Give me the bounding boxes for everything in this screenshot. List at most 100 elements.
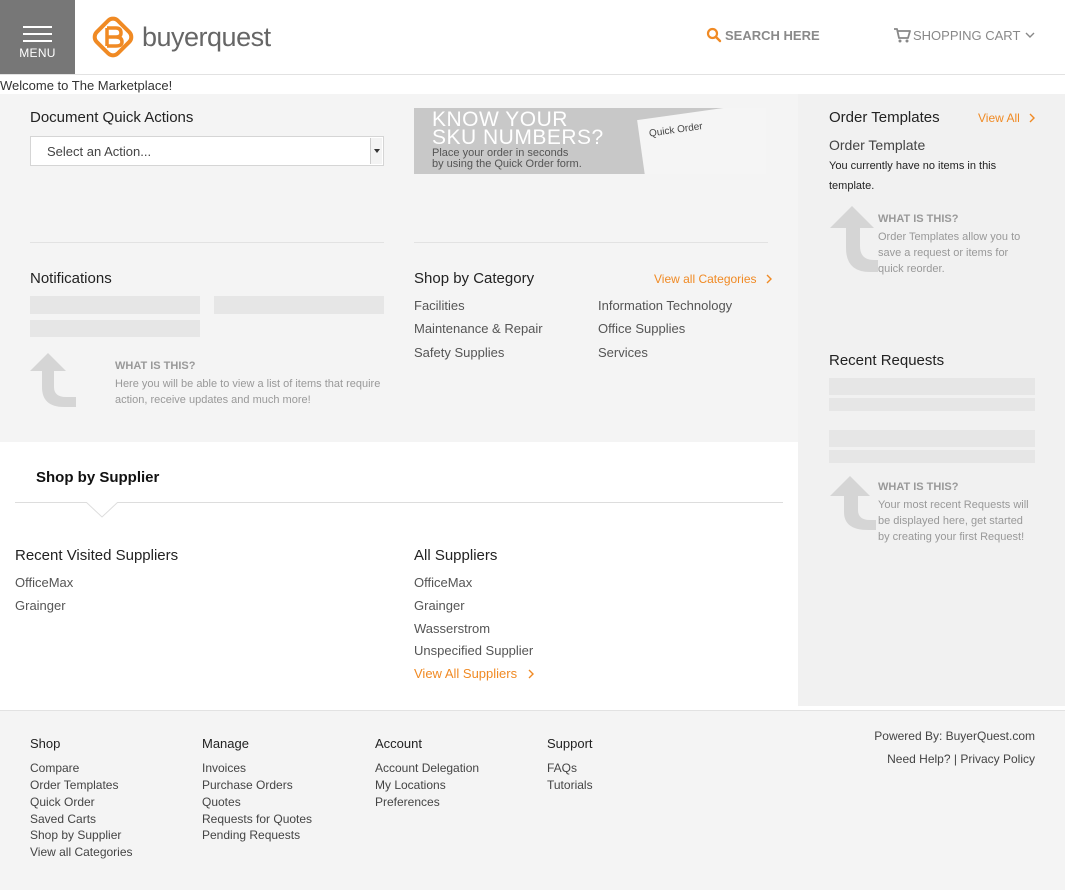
what-text-line: quick reorder. xyxy=(878,263,945,275)
footer-link-pending-requests[interactable]: Pending Requests xyxy=(202,828,300,842)
footer-separator: | xyxy=(953,752,957,766)
requests-what-text: Your most recent Requests will be displa… xyxy=(878,497,1029,545)
supplier-officemax[interactable]: OfficeMax xyxy=(414,575,472,590)
footer-link-preferences[interactable]: Preferences xyxy=(375,795,440,809)
empty-text-line: You currently have no items in this xyxy=(829,160,997,172)
what-text-line: by creating your first Request! xyxy=(878,531,1025,543)
view-all-suppliers-label: View All Suppliers xyxy=(414,666,518,681)
recent-requests-title: Recent Requests xyxy=(829,352,945,369)
footer-link-tutorials[interactable]: Tutorials xyxy=(547,778,593,792)
view-all-templates-label: View All xyxy=(978,111,1020,125)
notifications-what-text: Here you will be able to view a list of … xyxy=(115,376,380,408)
tab-pointer-icon xyxy=(86,502,118,518)
search-button[interactable]: SEARCH HERE xyxy=(706,27,820,43)
recent-supplier-officemax[interactable]: OfficeMax xyxy=(15,575,73,590)
footer-link-invoices[interactable]: Invoices xyxy=(202,761,246,775)
notifications-title: Notifications xyxy=(30,270,112,287)
notification-placeholder xyxy=(30,320,200,337)
action-select[interactable]: Select an Action... xyxy=(30,136,384,166)
footer: Shop Compare Order Templates Quick Order… xyxy=(0,710,1065,890)
what-text-line: Your most recent Requests will xyxy=(878,499,1029,511)
footer-link-quick-order[interactable]: Quick Order xyxy=(30,795,95,809)
footer-link-shop-by-supplier[interactable]: Shop by Supplier xyxy=(30,828,121,842)
search-label: SEARCH HERE xyxy=(725,27,820,43)
view-all-categories-label: View all Categories xyxy=(654,272,757,286)
chevron-right-icon xyxy=(528,669,534,679)
footer-link-quotes[interactable]: Quotes xyxy=(202,795,241,809)
view-all-templates-link[interactable]: View All xyxy=(978,111,1037,125)
all-suppliers-title: All Suppliers xyxy=(414,547,498,564)
requests-what-title: WHAT IS THIS? xyxy=(878,481,959,493)
footer-account-title: Account xyxy=(375,736,422,751)
order-templates-title: Order Templates xyxy=(829,109,940,126)
what-text-line: be displayed here, get started xyxy=(878,515,1023,527)
shopping-cart-button[interactable]: SHOPPING CART xyxy=(893,27,1036,43)
select-arrow-icon xyxy=(370,138,382,164)
notification-placeholder xyxy=(214,296,384,314)
category-link-safety-supplies[interactable]: Safety Supplies xyxy=(414,345,504,360)
footer-link-view-all-categories[interactable]: View all Categories xyxy=(30,845,133,859)
chevron-right-icon xyxy=(1029,113,1036,123)
powered-by: Powered By: BuyerQuest.com xyxy=(874,729,1035,743)
footer-link-my-locations[interactable]: My Locations xyxy=(375,778,446,792)
category-link-services[interactable]: Services xyxy=(598,345,648,360)
logo[interactable]: buyerquest xyxy=(90,14,271,60)
footer-link-account-delegation[interactable]: Account Delegation xyxy=(375,761,479,775)
order-template-subtitle: Order Template xyxy=(829,137,926,153)
quick-actions-title: Document Quick Actions xyxy=(30,109,194,126)
menu-label: MENU xyxy=(19,46,56,60)
banner-headline: KNOW YOUR SKU NUMBERS? xyxy=(432,109,604,148)
footer-link-requests-for-quotes[interactable]: Requests for Quotes xyxy=(202,812,312,826)
notification-placeholder xyxy=(30,296,200,314)
need-help-link[interactable]: Need Help? xyxy=(887,752,950,766)
footer-shop-title: Shop xyxy=(30,736,61,751)
up-arrow-icon xyxy=(830,476,876,530)
recent-suppliers-title: Recent Visited Suppliers xyxy=(15,547,179,564)
category-link-office-supplies[interactable]: Office Supplies xyxy=(598,321,685,336)
menu-button[interactable]: MENU xyxy=(0,0,75,74)
top-header: MENU buyerquest SEARCH HERE SHOPPING CAR… xyxy=(0,0,1065,75)
empty-text-line: template. xyxy=(829,180,875,192)
up-arrow-icon xyxy=(830,206,878,272)
recent-supplier-grainger[interactable]: Grainger xyxy=(15,598,66,613)
cart-icon xyxy=(894,28,911,43)
quick-order-form-image: Quick Order xyxy=(637,108,766,174)
order-template-empty-text: You currently have no items in this temp… xyxy=(829,156,996,196)
request-placeholder xyxy=(829,398,1035,411)
category-link-maintenance-repair[interactable]: Maintenance & Repair xyxy=(414,321,543,336)
what-text-line: action, receive updates and much more! xyxy=(115,394,311,406)
logo-text: buyerquest xyxy=(142,21,271,52)
footer-support-title: Support xyxy=(547,736,593,751)
what-text-line: save a request or items for xyxy=(878,247,1009,259)
tab-shop-by-supplier[interactable]: Shop by Supplier xyxy=(36,469,159,486)
supplier-grainger[interactable]: Grainger xyxy=(414,598,465,613)
category-link-facilities[interactable]: Facilities xyxy=(414,298,465,313)
welcome-message: Welcome to The Marketplace! xyxy=(0,78,173,93)
privacy-policy-link[interactable]: Privacy Policy xyxy=(960,752,1035,766)
supplier-unspecified[interactable]: Unspecified Supplier xyxy=(414,643,533,658)
templates-what-text: Order Templates allow you to save a requ… xyxy=(878,229,1020,277)
categories-title: Shop by Category xyxy=(414,270,535,287)
divider xyxy=(30,242,384,243)
footer-link-faqs[interactable]: FAQs xyxy=(547,761,577,775)
footer-help-links: Need Help? | Privacy Policy xyxy=(887,752,1035,766)
up-arrow-icon xyxy=(30,353,76,407)
banner-line-4: by using the Quick Order form. xyxy=(432,158,582,170)
footer-link-saved-carts[interactable]: Saved Carts xyxy=(30,812,96,826)
footer-link-compare[interactable]: Compare xyxy=(30,761,79,775)
request-placeholder xyxy=(829,450,1035,463)
footer-link-order-templates[interactable]: Order Templates xyxy=(30,778,118,792)
footer-manage-title: Manage xyxy=(202,736,249,751)
footer-link-purchase-orders[interactable]: Purchase Orders xyxy=(202,778,293,792)
what-text-line: Order Templates allow you to xyxy=(878,231,1021,243)
view-all-suppliers-link[interactable]: View All Suppliers xyxy=(414,666,536,681)
notifications-what-title: WHAT IS THIS? xyxy=(115,360,196,372)
supplier-tab-bar xyxy=(15,502,783,503)
supplier-wasserstrom[interactable]: Wasserstrom xyxy=(414,621,490,636)
quick-order-banner[interactable]: Quick Order KNOW YOUR SKU NUMBERS? Place… xyxy=(414,108,766,174)
divider xyxy=(414,242,768,243)
chevron-down-icon xyxy=(1025,32,1035,38)
view-all-categories-link[interactable]: View all Categories xyxy=(654,272,774,286)
chevron-right-icon xyxy=(766,274,772,284)
category-link-information-technology[interactable]: Information Technology xyxy=(598,298,732,313)
